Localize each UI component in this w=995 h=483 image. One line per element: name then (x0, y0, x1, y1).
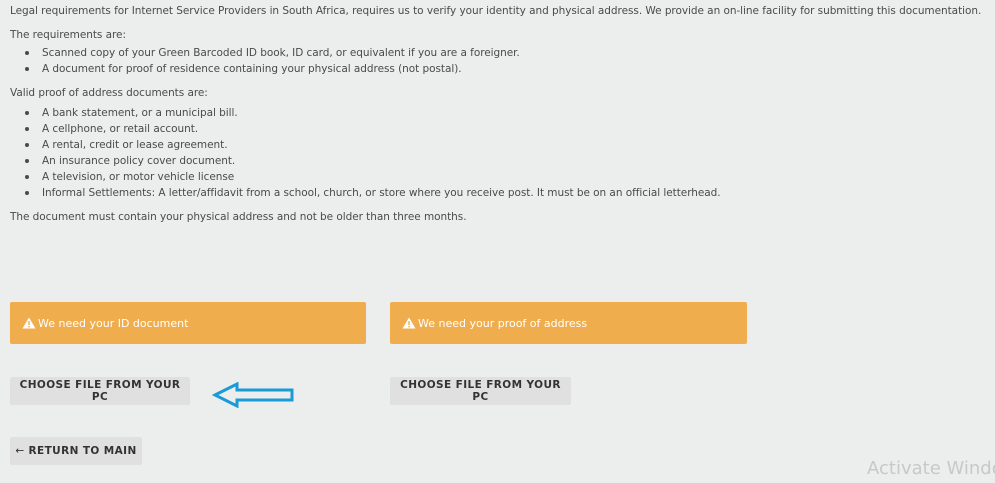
requirements-list: Scanned copy of your Green Barcoded ID b… (10, 45, 990, 77)
return-to-main-button[interactable]: ← RETURN TO MAIN (10, 437, 142, 465)
instructions: Legal requirements for Internet Service … (10, 3, 990, 225)
choose-address-file-button[interactable]: CHOOSE FILE FROM YOUR PC (390, 377, 571, 405)
proof-of-address-alert: We need your proof of address (390, 302, 747, 344)
list-item: Scanned copy of your Green Barcoded ID b… (25, 45, 990, 61)
warning-icon (22, 317, 36, 329)
valid-documents-heading: Valid proof of address documents are: (10, 87, 208, 99)
warning-icon (402, 317, 416, 329)
valid-documents-list: A bank statement, or a municipal bill. A… (10, 105, 990, 201)
list-item: Informal Settlements: A letter/affidavit… (25, 185, 990, 201)
document-age-note: The document must contain your physical … (10, 211, 467, 223)
id-document-alert: We need your ID document (10, 302, 366, 344)
list-item: A rental, credit or lease agreement. (25, 137, 990, 153)
list-item: A bank statement, or a municipal bill. (25, 105, 990, 121)
list-item: A cellphone, or retail account. (25, 121, 990, 137)
activate-windows-watermark: Activate Windo (867, 458, 995, 479)
list-item: An insurance policy cover document. (25, 153, 990, 169)
proof-of-address-alert-text: We need your proof of address (418, 316, 588, 330)
id-document-alert-text: We need your ID document (38, 316, 189, 330)
list-item: A document for proof of residence contai… (25, 61, 990, 77)
arrow-left-icon: ← (15, 445, 25, 457)
annotation-arrow-icon (212, 382, 294, 408)
requirements-heading: The requirements are: (10, 29, 126, 41)
list-item: A television, or motor vehicle license (25, 169, 990, 185)
choose-id-file-button[interactable]: CHOOSE FILE FROM YOUR PC (10, 377, 190, 405)
return-to-main-label: RETURN TO MAIN (28, 445, 137, 457)
legal-requirements-text: Legal requirements for Internet Service … (10, 5, 982, 17)
